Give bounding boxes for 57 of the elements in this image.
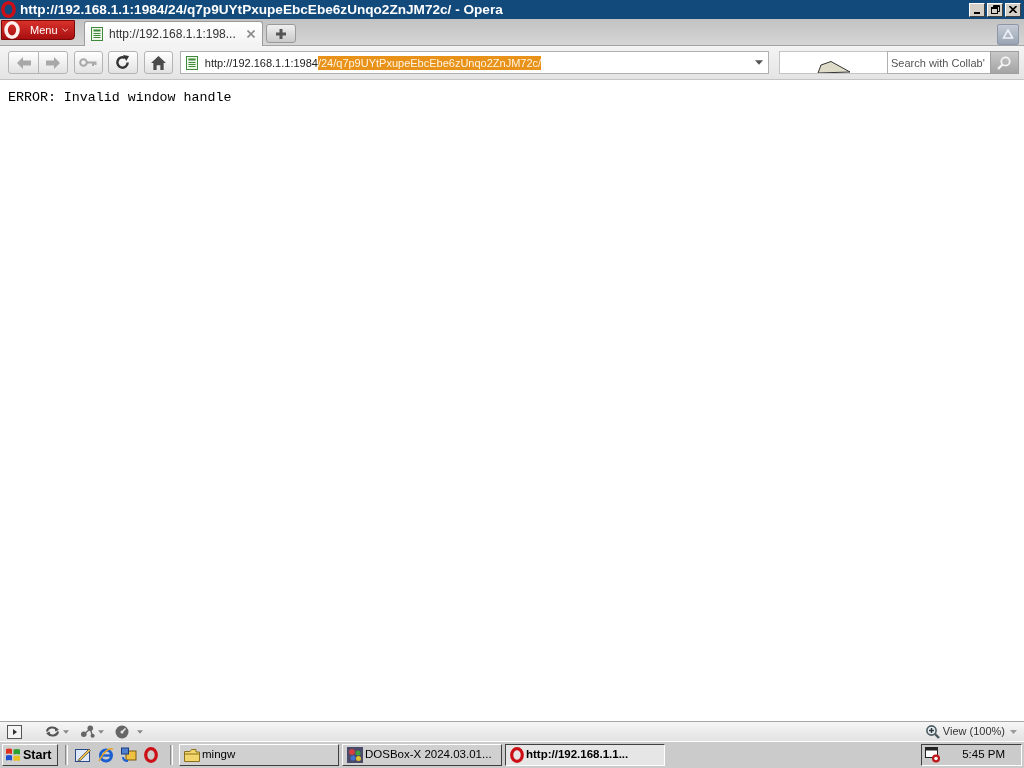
caret-icon[interactable] [137,729,143,734]
reload-icon [115,55,131,70]
calendar-icon[interactable] [925,747,941,763]
caret-icon[interactable] [63,729,69,734]
opera-logo-icon [510,747,524,763]
close-icon [1009,6,1017,13]
error-message: ERROR: Invalid window handle [8,90,232,105]
restore-button[interactable] [987,2,1003,17]
plus-icon [276,28,286,39]
sync-icon[interactable] [45,725,60,738]
search-field[interactable]: Search with Collab' [886,51,990,74]
opera-logo-icon [1,1,16,18]
triangle-icon [1002,28,1014,41]
window-pencil-icon[interactable] [75,747,91,763]
zoom-button[interactable]: View (100%) [925,723,1017,740]
close-button[interactable] [1005,2,1021,17]
tab-title: http://192.168.1.1:198... [109,26,236,43]
taskbar-button[interactable]: DOSBox-X 2024.03.01... [342,744,502,766]
caret-icon[interactable] [98,729,104,734]
opera-logo-icon[interactable] [144,747,158,763]
page-icon [185,55,198,70]
wedge-icon [816,61,851,73]
taskbar-button[interactable]: mingw [179,744,339,766]
search-button[interactable] [989,51,1019,74]
start-button[interactable]: Start [2,744,58,766]
overlapping-windows-icon[interactable] [121,747,137,763]
minimize-icon [974,11,980,14]
browser-e-icon[interactable] [98,747,114,763]
taskbar-button[interactable]: http://192.168.1.1... [505,744,665,766]
windows-flag-icon [5,748,21,762]
search-icon [997,55,1012,70]
panel-toggle-icon[interactable] [7,724,22,739]
caret-icon [1010,729,1017,734]
back-arrow-icon [16,56,31,69]
folder-icon [184,748,200,762]
browser-tab[interactable]: http://192.168.1.1:198... [84,21,263,46]
restore-icon [990,5,1000,14]
gauge-icon[interactable] [115,724,129,739]
new-tab-button[interactable] [266,24,296,43]
key-icon [79,58,98,67]
trash-button[interactable] [997,24,1019,45]
app-dots-icon [347,747,363,763]
minimize-button[interactable] [969,2,985,17]
home-button[interactable] [143,51,173,74]
page-icon [91,27,103,41]
window-title: http://192.168.1.1:1984/24/q7p9UYtPxupeEbcEbe6zUnqo2ZnJM72c/ - Opera [20,1,503,18]
dropdown-caret-icon[interactable] [755,60,764,65]
menu-button[interactable]: Menu [1,20,75,40]
reload-button[interactable] [107,51,138,74]
chevron-down-icon [61,28,68,32]
home-icon [150,55,166,70]
zoom-in-icon [925,724,940,739]
close-icon[interactable] [247,30,255,38]
network-nodes-icon[interactable] [80,725,95,738]
opera-logo-icon [4,21,20,39]
clock: 5:45 PM [962,747,1005,763]
forward-arrow-icon [46,56,60,69]
